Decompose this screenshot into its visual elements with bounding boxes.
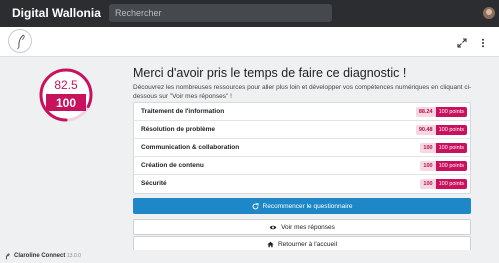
page-description: Découvrez les nombreuses ressources pour… (133, 84, 472, 100)
user-avatar[interactable] (483, 7, 495, 19)
result-label: Sécurité (141, 180, 167, 187)
restart-button[interactable]: Recommencer le questionnaire (133, 198, 471, 214)
score-gauge: 82.5 100 (37, 66, 95, 124)
result-badges: 88.24 100 points (415, 107, 467, 117)
score-max: 100 (56, 96, 76, 110)
result-score: 88.24 (415, 107, 436, 117)
result-points: 100 points (435, 161, 467, 171)
footer-version: 13.0.0 (67, 253, 81, 259)
result-score: 100 (420, 179, 436, 189)
home-icon (267, 241, 274, 247)
footer: Claroline Connect 13.0.0 (0, 250, 499, 263)
brand-name[interactable]: Digital Wallonia (12, 6, 101, 20)
result-label: Traitement de l'information (141, 108, 225, 115)
result-label: Résolution de problème (141, 126, 216, 133)
result-row: Traitement de l'information 88.24 100 po… (134, 103, 470, 121)
result-points: 100 points (435, 125, 467, 135)
more-options-button[interactable] (476, 36, 490, 50)
expand-icon (457, 38, 467, 48)
top-navbar: Digital Wallonia (0, 0, 499, 27)
result-label: Communication & collaboration (141, 144, 240, 151)
search-input[interactable] (109, 4, 332, 22)
view-answers-button[interactable]: Voir mes réponses (133, 219, 471, 235)
result-score: 90.48 (415, 125, 436, 135)
view-answers-button-label: Voir mes réponses (281, 223, 335, 231)
result-score: 100 (420, 143, 436, 153)
result-badges: 90.48 100 points (415, 125, 467, 135)
result-score: 100 (420, 161, 436, 171)
back-home-button-label: Retourner à l'accueil (277, 240, 338, 248)
workspace-logo[interactable] (8, 29, 32, 53)
footer-product-name: Claroline Connect (14, 253, 66, 259)
results-list: Traitement de l'information 88.24 100 po… (133, 102, 471, 194)
claroline-logo (5, 253, 10, 260)
page-title: Merci d'avoir pris le temps de faire ce … (133, 66, 407, 80)
score-value: 82.5 (54, 78, 78, 92)
more-vertical-icon (482, 38, 484, 48)
feather-logo-icon (17, 34, 25, 50)
workspace-header (0, 27, 499, 57)
result-badges: 100 100 points (420, 179, 467, 189)
result-row: Résolution de problème 90.48 100 points (134, 121, 470, 139)
restart-button-label: Recommencer le questionnaire (262, 202, 353, 210)
result-badges: 100 100 points (420, 161, 467, 171)
result-row: Communication & collaboration 100 100 po… (134, 139, 470, 157)
result-row: Sécurité 100 100 points (134, 175, 470, 193)
result-points: 100 points (435, 107, 467, 117)
result-badges: 100 100 points (420, 143, 467, 153)
fullscreen-button[interactable] (455, 36, 469, 50)
result-label: Création de contenu (141, 162, 204, 169)
result-points: 100 points (435, 143, 467, 153)
footer-product[interactable]: Claroline Connect 13.0.0 (14, 253, 81, 259)
result-points: 100 points (435, 179, 467, 189)
result-row: Création de contenu 100 100 points (134, 157, 470, 175)
eye-icon (269, 225, 277, 229)
redo-icon (252, 202, 259, 209)
